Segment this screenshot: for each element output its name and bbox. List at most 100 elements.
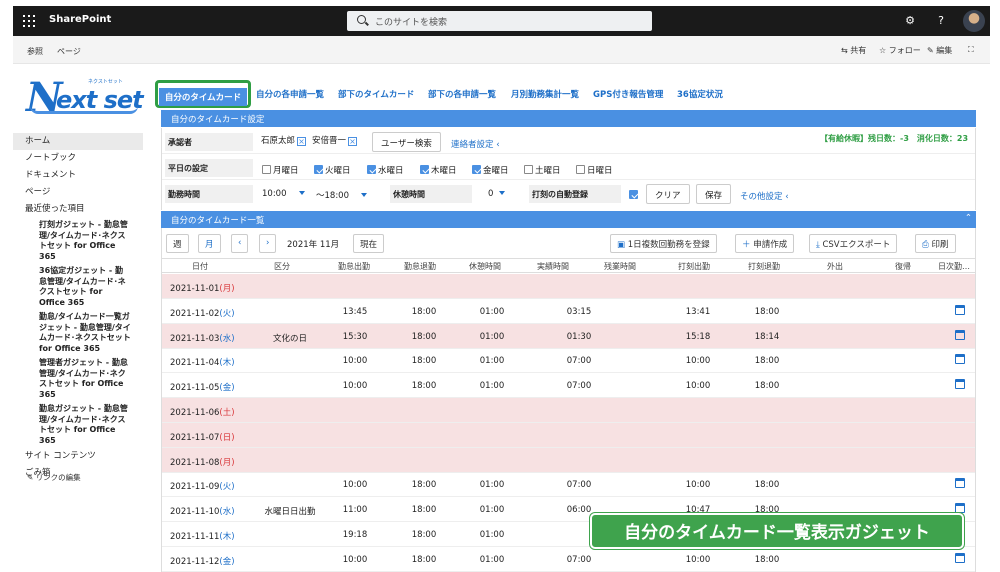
bulk-register-button[interactable]: ▣ 1日複数回勤務を登録 [610, 234, 717, 253]
day-checkbox-wed[interactable]: 水曜日 [367, 164, 404, 176]
view-month-button[interactable]: 月 [198, 234, 221, 253]
col-attend-in[interactable]: 勤怠出勤 [338, 261, 370, 272]
cell-sin: 10:00 [685, 381, 711, 392]
table-row[interactable]: 2021-11-06(土) [162, 398, 975, 423]
print-button[interactable]: ⎙ 印刷 [915, 234, 956, 253]
tab-browse[interactable]: 参照 [27, 46, 43, 57]
follow-button[interactable]: ☆ フォロー [879, 45, 921, 56]
day-checkbox-thu[interactable]: 木曜日 [420, 164, 457, 176]
nextset-logo[interactable]: N ext set ネクストセット [26, 72, 144, 121]
nav-item-notebook[interactable]: ノートブック [13, 150, 143, 167]
col-break[interactable]: 休憩時間 [469, 261, 501, 272]
day-checkbox-fri[interactable]: 金曜日 [472, 164, 509, 176]
tab-sub-requests[interactable]: 部下の各申請一覧 [428, 88, 496, 100]
user-search-button[interactable]: ユーザー検索 [372, 132, 441, 152]
calendar-plus-icon: ▣ [617, 240, 626, 250]
contact-setting-link[interactable]: 連絡者設定 ‹ [451, 138, 500, 150]
table-row[interactable]: 2021-11-07(日) [162, 422, 975, 448]
cell-date: 2021-11-01(月) [170, 284, 235, 294]
table-row[interactable]: 2021-11-04(木) 10:00 18:00 01:00 07:00 10:00 18… [162, 348, 975, 374]
tab-sub-timecard[interactable]: 部下のタイムカード [338, 88, 414, 100]
col-overtime[interactable]: 残業時間 [604, 261, 636, 272]
cell-in: 10:00 [342, 381, 368, 392]
view-week-button[interactable]: 週 [166, 234, 189, 253]
nav-sub-item[interactable]: 36協定ガジェット - 勤怠管理/タイムカード･ネクストセット for Offi… [13, 264, 143, 310]
app-name[interactable]: SharePoint [49, 14, 111, 25]
col-return[interactable]: 復帰 [895, 261, 911, 272]
col-date[interactable]: 日付 [192, 261, 208, 272]
calendar-edit-icon[interactable] [955, 329, 965, 340]
edit-button[interactable]: ✎ 編集 [927, 45, 952, 56]
calendar-edit-icon[interactable] [955, 552, 965, 563]
work-start-select[interactable]: 10:00 [262, 189, 305, 199]
focus-icon[interactable]: ⛶ [968, 45, 974, 55]
tab-monthly-summary[interactable]: 月別勤務集計一覧 [511, 88, 579, 100]
share-button[interactable]: ⇆ 共有 [841, 45, 866, 56]
cell-brk: 01:00 [479, 505, 505, 516]
remove-icon[interactable]: × [348, 137, 358, 146]
collapse-icon[interactable]: ⌃ [965, 213, 972, 223]
break-select[interactable]: 0 [488, 189, 506, 199]
nav-sub-item[interactable]: 勤怠/タイムカード一覧ガジェット - 勤怠管理/タイムカード･ネクストセット f… [13, 310, 143, 356]
table-row[interactable]: 2021-11-02(火) 13:45 18:00 01:00 03:15 13:41 18… [162, 299, 975, 324]
avatar[interactable] [963, 10, 985, 32]
csv-export-button[interactable]: ⤓ CSVエクスポート [809, 234, 898, 253]
table-header: 日付 区分 勤怠出勤 勤怠退勤 休憩時間 実績時間 残業時間 打刻出勤 打刻退勤… [162, 258, 975, 273]
work-end-select[interactable]: ～18:00 [316, 189, 367, 201]
gear-icon[interactable]: ⚙ [903, 14, 917, 28]
table-row[interactable]: 2021-11-03(水) 文化の日 15:30 18:00 01:00 01:30 15:… [162, 323, 975, 349]
tab-gps-reports[interactable]: GPS付き報告管理 [593, 88, 663, 100]
col-stamp-out[interactable]: 打刻退勤 [748, 261, 780, 272]
calendar-edit-icon[interactable] [955, 478, 965, 489]
cell-in: 10:00 [342, 356, 368, 367]
approver-label: 承認者 [165, 133, 253, 151]
col-daily[interactable]: 日次勤… [938, 261, 970, 272]
table-row[interactable]: 2021-11-08(月) [162, 447, 975, 473]
calendar-edit-icon[interactable] [955, 354, 965, 365]
nav-sub-item[interactable]: 勤怠ガジェット - 勤怠管理/タイムカード･ネクストセット for Office… [13, 402, 143, 448]
tab-my-requests[interactable]: 自分の各申請一覧 [256, 88, 324, 100]
nav-item-recent[interactable]: 最近使った項目 [13, 201, 143, 218]
next-month-button[interactable]: › [259, 234, 277, 253]
tab-36-agreement[interactable]: 36協定状況 [677, 88, 723, 100]
col-kubun[interactable]: 区分 [274, 261, 290, 272]
nav-sub-item[interactable]: 打刻ガジェット - 勤怠管理/タイムカード･ネクストセット for Office… [13, 218, 143, 264]
col-stamp-in[interactable]: 打刻出勤 [678, 261, 710, 272]
prev-month-button[interactable]: ‹ [231, 234, 249, 253]
search-icon [357, 15, 366, 24]
save-button[interactable]: 保存 [696, 184, 732, 204]
day-checkbox-sun[interactable]: 日曜日 [576, 164, 613, 176]
remove-icon[interactable]: × [297, 137, 307, 146]
table-row[interactable]: 2021-11-01(月) [162, 274, 975, 299]
nav-item-pages[interactable]: ページ [13, 184, 143, 201]
col-attend-out[interactable]: 勤怠退勤 [404, 261, 436, 272]
cell-act: 01:30 [566, 331, 592, 342]
edit-links[interactable]: ✎ リンクの編集 [27, 472, 81, 483]
col-out[interactable]: 外出 [827, 261, 843, 272]
nav-sub-item[interactable]: 管理者ガジェット - 勤怠管理/タイムカード･ネクストセット for Offic… [13, 356, 143, 402]
now-button[interactable]: 現在 [353, 234, 385, 253]
day-checkbox-sat[interactable]: 土曜日 [524, 164, 561, 176]
nav-item-site-contents[interactable]: サイト コンテンツ [13, 448, 143, 465]
table-row[interactable]: 2021-11-05(金) 10:00 18:00 01:00 07:00 10:00 18… [162, 373, 975, 399]
day-checkbox-mon[interactable]: 月曜日 [262, 164, 299, 176]
day-checkbox-tue[interactable]: 火曜日 [314, 164, 351, 176]
tab-page[interactable]: ページ [57, 46, 81, 57]
create-request-button[interactable]: ＋ 申請作成 [735, 234, 795, 253]
cell-out: 18:00 [411, 306, 437, 317]
clear-button[interactable]: クリア [646, 184, 690, 204]
col-actual[interactable]: 実績時間 [537, 261, 569, 272]
calendar-edit-icon[interactable] [955, 304, 965, 315]
help-icon[interactable]: ? [934, 14, 948, 28]
nav-item-home[interactable]: ホーム [13, 133, 143, 150]
auto-stamp-checkbox[interactable] [629, 190, 640, 201]
other-settings-link[interactable]: その他設定 ‹ [740, 190, 789, 202]
app-launcher-icon[interactable] [23, 15, 35, 27]
calendar-edit-icon[interactable] [955, 503, 965, 514]
calendar-edit-icon[interactable] [955, 379, 965, 390]
cell-out: 18:00 [411, 505, 437, 516]
search-input[interactable]: このサイトを検索 [347, 11, 652, 31]
table-row[interactable]: 2021-11-09(火) 10:00 18:00 01:00 07:00 10:00 18… [162, 472, 975, 498]
nav-item-documents[interactable]: ドキュメント [13, 167, 143, 184]
tab-my-timecard[interactable]: 自分のタイムカード [155, 80, 251, 108]
